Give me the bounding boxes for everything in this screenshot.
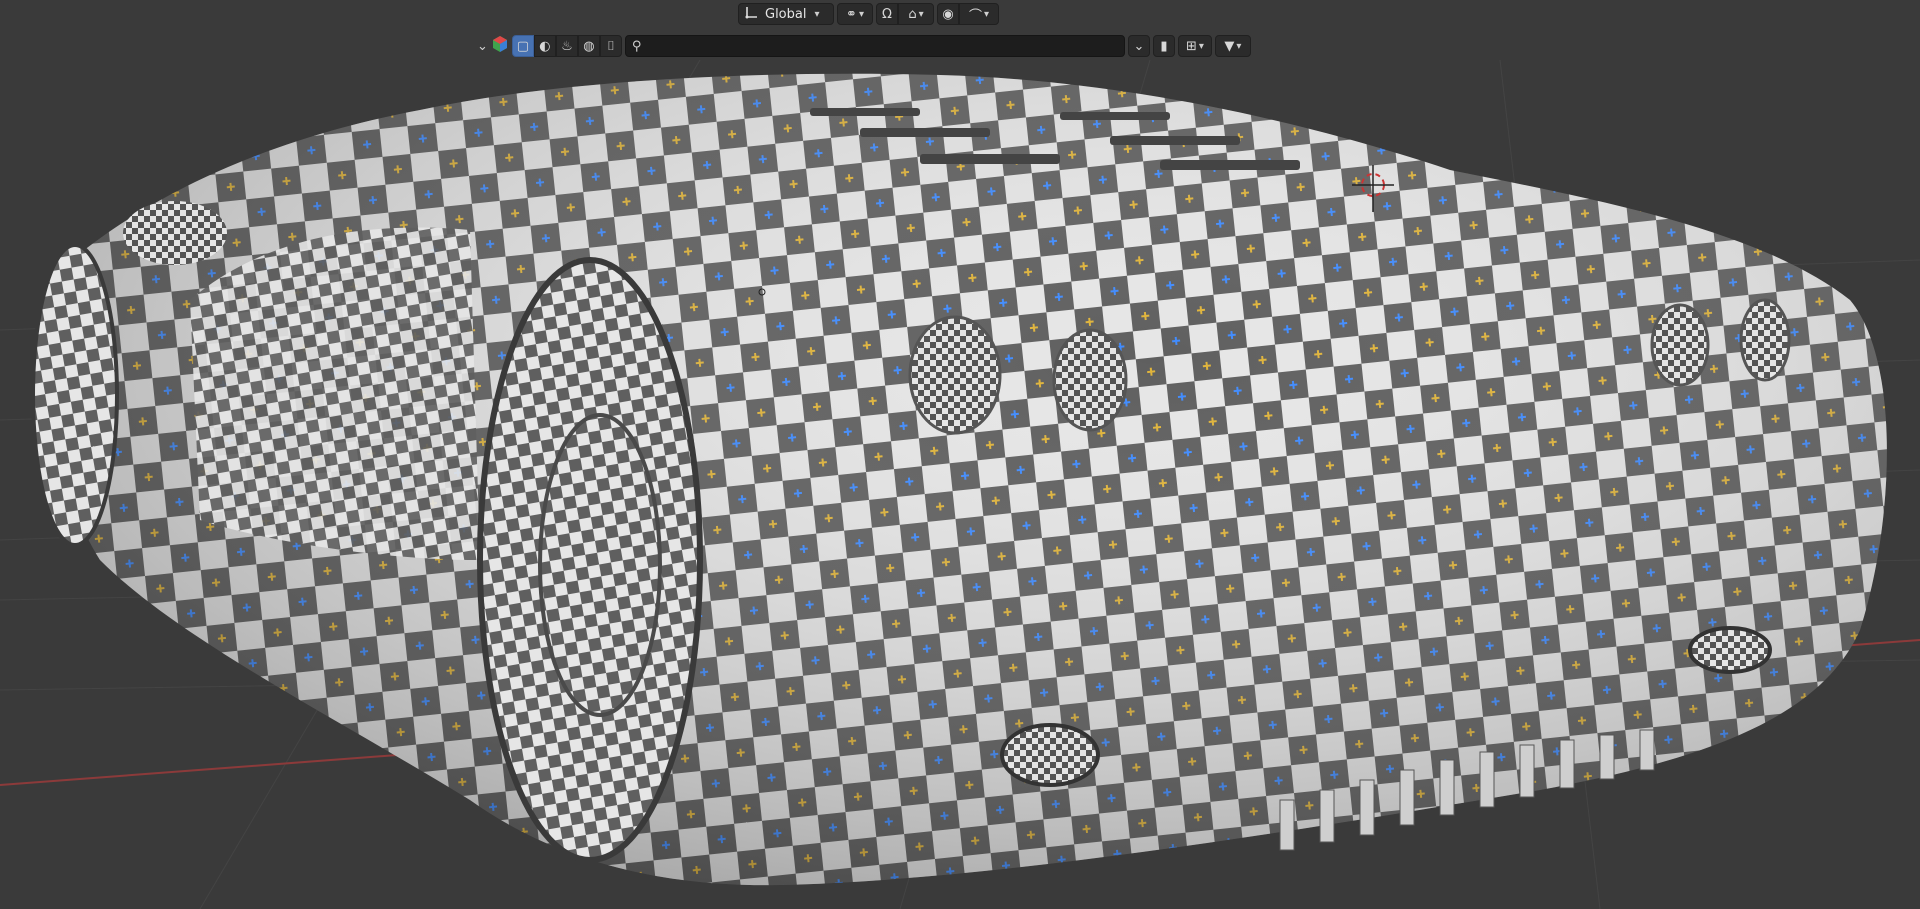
viewport-scene[interactable]: [0, 0, 1920, 909]
snap-target-button[interactable]: ⌂ ▾: [898, 3, 934, 25]
proportional-editing-button[interactable]: ◉: [937, 3, 959, 25]
snap-group: Ω ⌂ ▾: [876, 3, 934, 25]
texture-paint-button[interactable]: ⌷: [599, 35, 622, 57]
chevron-down-icon: ▾: [983, 8, 990, 20]
side-mirror: [123, 201, 227, 265]
pivot-point-button[interactable]: ⚭ ▾: [837, 3, 873, 25]
pivot-point-icon: ⚭: [846, 6, 857, 22]
scene-color-icon[interactable]: [491, 35, 509, 57]
chevron-down-icon: ▾: [814, 8, 820, 20]
chevron-down-icon: ▾: [918, 8, 924, 20]
proportional-editing-icon: ◉: [942, 6, 954, 22]
filter-icon: ▼: [1224, 38, 1235, 54]
render-preview-icon: ◍: [583, 38, 595, 54]
search-icon: ⚲: [631, 38, 642, 54]
solid-shading-button[interactable]: ◐: [533, 35, 556, 57]
falloff-button[interactable]: ⌒ ▾: [959, 3, 999, 25]
material-preview-icon: ♨: [561, 38, 573, 54]
3d-viewport[interactable]: [0, 0, 1920, 909]
bookmark-icon: ▮: [1160, 38, 1168, 54]
viewport-header-transform: Global ▾ ⚭ ▾ Ω ⌂ ▾ ◉ ⌒ ▾: [738, 2, 999, 26]
material-preview-button[interactable]: ♨: [555, 35, 578, 57]
collapse-button[interactable]: ⌄: [1127, 35, 1150, 57]
solid-shading-icon: ◐: [539, 38, 551, 54]
side-panel: [190, 227, 480, 560]
search-input[interactable]: [647, 37, 1118, 55]
hierarchy-icon: ⊞: [1185, 38, 1197, 54]
chevron-down-icon: ⌄: [1133, 38, 1145, 54]
front-wheel: [477, 257, 703, 863]
proportional-edit-group: ◉ ⌒ ▾: [937, 3, 999, 25]
magnet-icon: Ω: [882, 6, 892, 22]
viewport-shading-group: ▢ ◐ ♨ ◍ ⌷: [511, 35, 622, 57]
chevron-down-icon: ▾: [858, 8, 864, 20]
hierarchy-button[interactable]: ⊞ ▾: [1177, 35, 1212, 57]
brush-icon: ⌷: [607, 38, 615, 54]
car-model: [31, 73, 1887, 886]
render-preview-button[interactable]: ◍: [577, 35, 600, 57]
filter-button[interactable]: ▼ ▾: [1214, 35, 1251, 57]
bookmark-button[interactable]: ▮: [1152, 35, 1175, 57]
wireframe-icon: ▢: [516, 38, 530, 54]
falloff-curve-icon: ⌒: [968, 8, 982, 24]
transform-orientation-dropdown[interactable]: Global ▾: [738, 3, 834, 25]
search-field[interactable]: ⚲: [624, 35, 1125, 57]
transform-orientation-icon: [745, 5, 759, 23]
orientation-label: Global: [765, 6, 807, 22]
viewport-header-shading: ⌄ ▢ ◐ ♨ ◍ ⌷ ⚲ ⌄ ▮ ⊞ ▾ ▼ ▾: [475, 34, 1251, 58]
snap-icon: ⌂: [908, 6, 917, 22]
snap-toggle-button[interactable]: Ω: [876, 3, 898, 25]
chevron-down-icon[interactable]: ⌄: [477, 39, 488, 54]
rear-wheel: [31, 243, 119, 547]
wireframe-shading-button[interactable]: ▢: [511, 35, 534, 57]
chevron-down-icon: ▾: [1198, 40, 1204, 52]
chevron-down-icon: ▾: [1236, 40, 1242, 52]
